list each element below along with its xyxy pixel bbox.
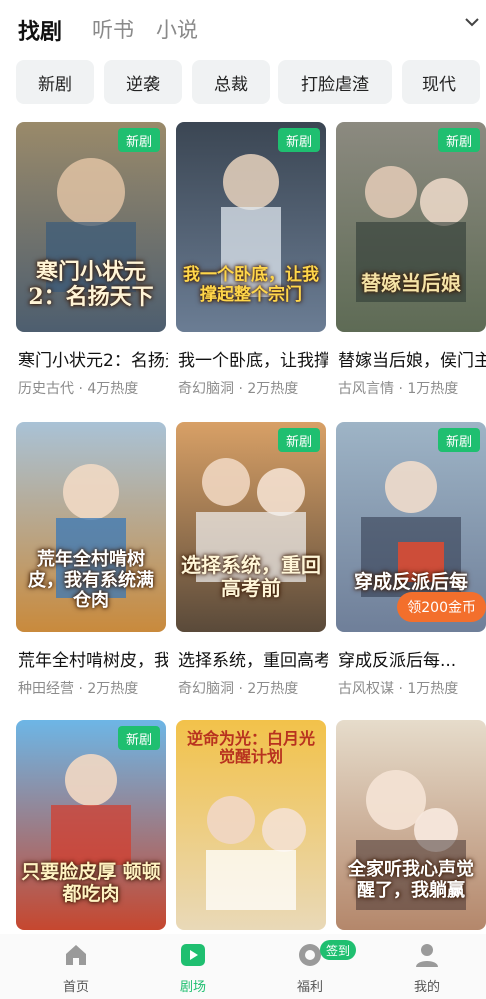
drama-title: 穿成反派后每...: [338, 651, 457, 671]
poster-title-text: 全家听我心声觉醒了，我躺赢: [348, 859, 474, 901]
chip-ceo[interactable]: 总裁: [192, 60, 270, 104]
genre-chip-bar: 新剧 逆袭 总裁 打脸虐渣 现代: [0, 60, 486, 106]
poster-title-text: 我一个卧底，让我撑起整个宗门: [183, 265, 319, 305]
poster-title-text: 逆命为光：白月光觉醒计划: [186, 729, 315, 767]
drama-card[interactable]: 逆命为光：白月光觉醒计划: [176, 720, 326, 932]
drama-poster[interactable]: 穿成反派后每 新剧 领200金币: [336, 422, 486, 632]
poster-title-text: 替嫁当后娘: [361, 271, 461, 295]
drama-poster[interactable]: 我一个卧底，让我撑起整个宗门 新剧: [176, 122, 326, 332]
chip-face-slap[interactable]: 打脸虐渣: [278, 60, 392, 104]
poster-title-text: 只要脸皮厚 顿顿都吃肉: [21, 861, 161, 905]
chip-new-drama[interactable]: 新剧: [16, 60, 94, 104]
drama-poster[interactable]: 逆命为光：白月光觉醒计划: [176, 720, 326, 930]
drama-card[interactable]: 替嫁当后娘 新剧 替嫁当后娘，侯门主母... 古风言情 · 1万热度: [336, 122, 486, 402]
chevron-down-icon[interactable]: [462, 12, 482, 32]
signin-badge[interactable]: 签到: [320, 940, 357, 960]
poster-title-text: 寒门小状元2：名扬天下: [28, 259, 154, 311]
home-icon: [66, 945, 86, 965]
drama-meta: 种田经营 · 2万热度: [18, 681, 139, 697]
nav-benefits-label: 福利: [296, 980, 323, 995]
nav-home-label: 首页: [62, 980, 89, 995]
drama-poster[interactable]: 寒门小状元2：名扬天下 新剧: [16, 122, 166, 332]
play-icon: [181, 944, 205, 966]
tab-novel[interactable]: 小说: [156, 14, 198, 44]
new-badge: 新剧: [278, 428, 320, 452]
poster-title-text: 选择系统，重回高考前: [181, 553, 321, 600]
drama-poster[interactable]: 选择系统，重回高考前 新剧: [176, 422, 326, 632]
drama-meta: 古风权谋 · 1万热度: [338, 681, 459, 697]
drama-card[interactable]: 我一个卧底，让我撑起整个宗门 新剧 我一个卧底，让我撑起整个宗门 奇幻脑洞 · …: [176, 122, 328, 402]
new-badge: 新剧: [118, 128, 160, 152]
poster-title-text: 穿成反派后每: [353, 571, 468, 593]
drama-card[interactable]: 只要脸皮厚 顿顿都吃肉 新剧: [16, 720, 166, 932]
drama-meta: 古风言情 · 1万热度: [338, 381, 459, 397]
drama-meta: 奇幻脑洞 · 2万热度: [178, 381, 299, 397]
new-badge: 新剧: [438, 428, 480, 452]
drama-poster[interactable]: 荒年全村啃树皮，我有系统满仓肉: [16, 422, 166, 632]
chip-comeback[interactable]: 逆袭: [104, 60, 182, 104]
drama-card[interactable]: 选择系统，重回高考前 新剧 选择系统，重回高考前 奇幻脑洞 · 2万热度: [176, 422, 328, 702]
top-tab-bar: 找剧 听书 小说: [0, 0, 486, 58]
drama-card[interactable]: 荒年全村啃树皮，我有系统满仓肉 荒年全村啃树皮，我有系统满仓肉 种田经营 · 2…: [16, 422, 168, 702]
drama-title: 寒门小状元2：名扬天下: [18, 351, 168, 371]
drama-meta: 历史古代 · 4万热度: [18, 381, 139, 397]
gift-icon: [299, 944, 321, 966]
nav-home[interactable]: 首页: [26, 934, 126, 999]
drama-card[interactable]: 穿成反派后每 新剧 领200金币 穿成反派后每... 古风权谋 · 1万热度: [336, 422, 486, 702]
bottom-nav-bar: 首页 剧场 福利 我的: [0, 934, 486, 999]
tab-audiobook[interactable]: 听书: [92, 14, 134, 44]
drama-poster[interactable]: 全家听我心声觉醒了，我躺赢: [336, 720, 486, 930]
drama-card[interactable]: 寒门小状元2：名扬天下 新剧 寒门小状元2：名扬天下 历史古代 · 4万热度: [16, 122, 168, 402]
drama-title: 选择系统，重回高考前: [178, 651, 328, 671]
drama-title: 我一个卧底，让我撑起整个宗门: [178, 351, 328, 371]
new-badge: 新剧: [118, 726, 160, 750]
tab-find-drama[interactable]: 找剧: [18, 14, 62, 46]
drama-poster[interactable]: 替嫁当后娘 新剧: [336, 122, 486, 332]
new-badge: 新剧: [278, 128, 320, 152]
claim-coins-button[interactable]: 领200金币: [397, 592, 486, 622]
drama-title: 替嫁当后娘，侯门主母...: [338, 351, 486, 371]
nav-theater[interactable]: 剧场: [143, 934, 243, 999]
nav-profile[interactable]: 我的: [377, 934, 477, 999]
chip-modern[interactable]: 现代: [402, 60, 480, 104]
poster-title-text: 荒年全村啃树皮，我有系统满仓肉: [28, 549, 154, 612]
profile-icon: [416, 944, 438, 967]
nav-profile-label: 我的: [413, 980, 440, 995]
drama-meta: 奇幻脑洞 · 2万热度: [178, 681, 299, 697]
nav-theater-label: 剧场: [179, 980, 206, 995]
drama-card[interactable]: 全家听我心声觉醒了，我躺赢: [336, 720, 486, 932]
new-badge: 新剧: [438, 128, 480, 152]
drama-title: 荒年全村啃树皮，我有系统满仓肉: [18, 651, 168, 671]
drama-poster[interactable]: 只要脸皮厚 顿顿都吃肉 新剧: [16, 720, 166, 930]
